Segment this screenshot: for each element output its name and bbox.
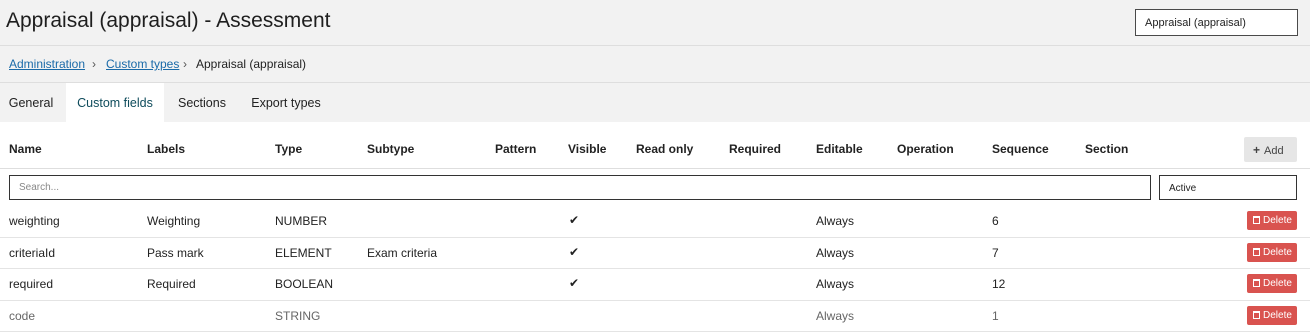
search-input[interactable]: [9, 175, 1151, 200]
field-editable: Always: [816, 214, 855, 228]
field-sequence: 6: [992, 214, 999, 228]
breadcrumb-chevron-icon: ›: [183, 57, 187, 71]
status-filter-select[interactable]: Active: [1159, 175, 1297, 200]
column-header-editable: Editable: [816, 142, 863, 156]
column-header-pattern: Pattern: [495, 142, 537, 156]
breadcrumb-custom-types-link[interactable]: Custom types: [106, 57, 179, 71]
trash-icon: [1253, 279, 1260, 287]
field-label: Weighting: [147, 214, 201, 228]
field-sequence: 7: [992, 246, 999, 260]
header-divider: [0, 168, 1310, 169]
column-header-subtype: Subtype: [367, 142, 415, 156]
delete-button-label: Delete: [1263, 310, 1292, 321]
field-editable: Always: [816, 309, 855, 323]
row-divider: [0, 331, 1310, 332]
field-sequence: 1: [992, 309, 999, 323]
check-icon: ✔: [569, 245, 580, 259]
check-icon: ✔: [569, 276, 580, 290]
column-header-read-only: Read only: [636, 142, 694, 156]
field-type: BOOLEAN: [275, 277, 334, 291]
field-subtype: Exam criteria: [367, 246, 438, 260]
tab-sections[interactable]: Sections: [170, 83, 234, 122]
table-row: required Required BOOLEAN ✔ Always 12 De…: [0, 268, 1310, 300]
column-header-operation: Operation: [897, 142, 954, 156]
column-header-required: Required: [729, 142, 782, 156]
delete-button[interactable]: Delete: [1247, 306, 1297, 325]
column-header-sequence: Sequence: [992, 142, 1049, 156]
field-name: weighting: [9, 214, 60, 228]
check-icon: ✔: [569, 213, 580, 227]
column-header-type: Type: [275, 142, 303, 156]
column-header-name: Name: [9, 142, 42, 156]
tab-export-types[interactable]: Export types: [242, 83, 330, 122]
column-header-section: Section: [1085, 142, 1129, 156]
column-header-visible: Visible: [568, 142, 607, 156]
field-type: STRING: [275, 309, 321, 323]
table-row: code STRING Always 1 Delete: [0, 300, 1310, 332]
field-label: Required: [147, 277, 196, 291]
field-label: Pass mark: [147, 246, 204, 260]
field-editable: Always: [816, 246, 855, 260]
delete-button[interactable]: Delete: [1247, 274, 1297, 293]
custom-type-select[interactable]: Appraisal (appraisal): [1135, 9, 1298, 36]
tab-bar: General Custom fields Sections Export ty…: [0, 83, 1310, 122]
tab-general[interactable]: General: [0, 83, 62, 122]
page-title: Appraisal (appraisal) - Assessment: [6, 9, 331, 32]
delete-button[interactable]: Delete: [1247, 211, 1297, 230]
table-row: weighting Weighting NUMBER ✔ Always 6 De…: [0, 205, 1310, 237]
column-header-labels: Labels: [147, 142, 186, 156]
add-button-label: Add: [1264, 145, 1284, 157]
delete-button-label: Delete: [1263, 247, 1292, 258]
field-type: NUMBER: [275, 214, 328, 228]
trash-icon: [1253, 311, 1260, 319]
breadcrumb-administration-link[interactable]: Administration: [9, 57, 85, 71]
breadcrumb-current: Appraisal (appraisal): [196, 57, 307, 71]
field-editable: Always: [816, 277, 855, 291]
field-name: required: [9, 277, 54, 291]
delete-button-label: Delete: [1263, 215, 1292, 226]
breadcrumb-chevron-icon: ›: [92, 57, 96, 71]
field-name: code: [9, 309, 36, 323]
tab-custom-fields[interactable]: Custom fields: [66, 83, 164, 122]
trash-icon: [1253, 216, 1260, 224]
page-header: Appraisal (appraisal) - Assessment Appra…: [0, 0, 1310, 46]
add-field-button[interactable]: + Add: [1244, 137, 1297, 162]
field-sequence: 12: [992, 277, 1006, 291]
delete-button[interactable]: Delete: [1247, 243, 1297, 262]
table-row: criteriaId Pass mark ELEMENT Exam criter…: [0, 237, 1310, 269]
field-type: ELEMENT: [275, 246, 332, 260]
breadcrumb: Administration › Custom types › Appraisa…: [0, 46, 1310, 83]
trash-icon: [1253, 248, 1260, 256]
field-name: criteriaId: [9, 246, 56, 260]
plus-icon: +: [1253, 143, 1261, 157]
delete-button-label: Delete: [1263, 278, 1292, 289]
